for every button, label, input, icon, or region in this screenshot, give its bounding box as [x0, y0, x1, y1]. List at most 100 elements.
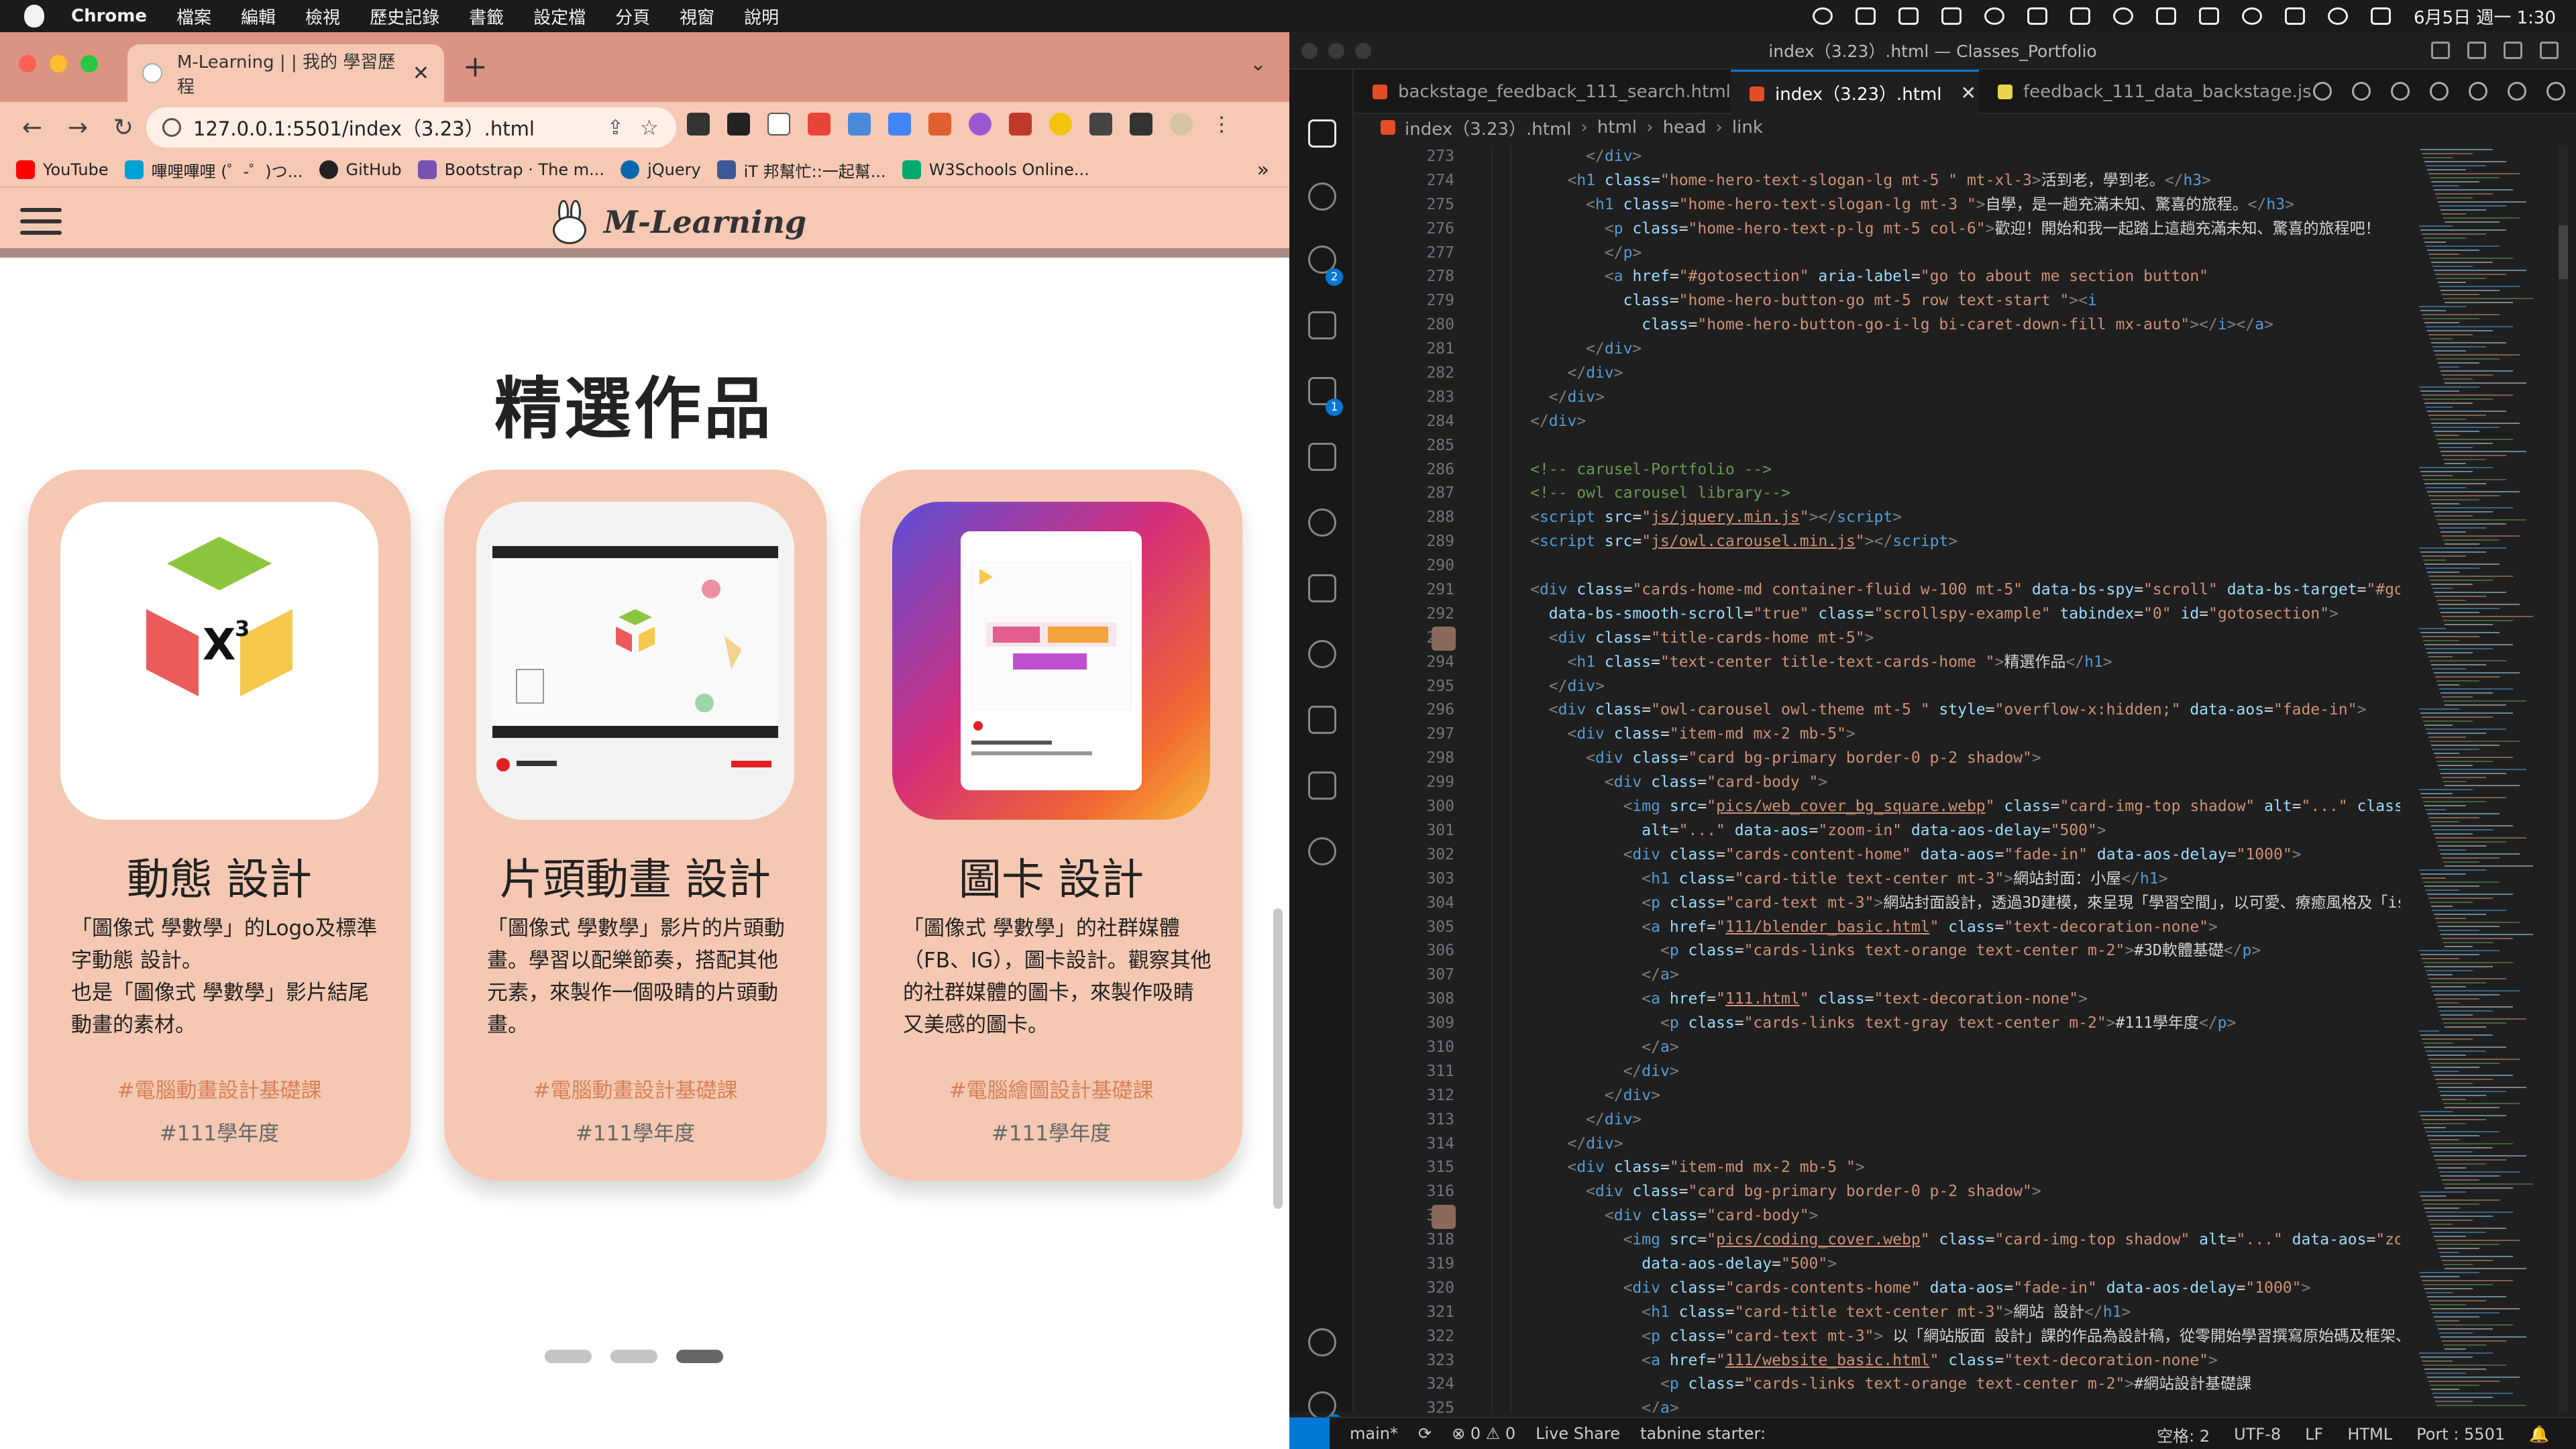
- accounts-icon[interactable]: [1308, 1328, 1336, 1356]
- bookmark-w3schools[interactable]: W3Schools Online...: [902, 160, 1089, 179]
- card-course-link[interactable]: #電腦動畫設計基礎課: [28, 1073, 411, 1104]
- timeline-icon[interactable]: [1308, 640, 1336, 668]
- extension-edit-icon[interactable]: [727, 113, 750, 136]
- chat-icon[interactable]: [1856, 7, 1876, 25]
- address-bar-url[interactable]: 127.0.0.1:5501/index（3.23）.html: [193, 113, 535, 142]
- menu-item-profiles[interactable]: 設定檔: [533, 4, 586, 29]
- editor-tab[interactable]: backstage_feedback_111_search.html: [1354, 70, 1731, 114]
- code-line[interactable]: <p class="cards-links text-orange text-c…: [1474, 939, 2400, 963]
- back-icon[interactable]: ←: [19, 114, 46, 142]
- code-line[interactable]: </p>: [1474, 241, 2400, 266]
- bluetooth-icon[interactable]: [2156, 7, 2176, 25]
- code-line[interactable]: <div class="card-body">: [1474, 1204, 2400, 1228]
- portfolio-card[interactable]: 片頭動畫 設計 「圖像式 學數學」影片的片頭動畫。學習以配樂節奏，搭配其他元素，…: [444, 470, 826, 1181]
- code-line[interactable]: </div>: [1474, 1132, 2400, 1157]
- code-line[interactable]: </div>: [1474, 410, 2400, 434]
- code-editor[interactable]: 273 274 275 276 277 278 279 280 281 282 283 284 285 2…: [1354, 145, 2576, 1413]
- code-line[interactable]: <h1 class="card-title text-center mt-3">…: [1474, 1301, 2400, 1325]
- card-course-link[interactable]: #電腦動畫設計基礎課: [444, 1073, 826, 1104]
- code-line[interactable]: <a href="111.html" class="text-decoratio…: [1474, 987, 2400, 1012]
- share-icon[interactable]: ⇪: [607, 116, 624, 140]
- bookmark-youtube[interactable]: YouTube: [16, 160, 109, 179]
- site-info-icon[interactable]: [162, 118, 181, 137]
- deploy-icon[interactable]: [1308, 771, 1336, 800]
- code-line[interactable]: <a href="111/blender_basic.html" class="…: [1474, 916, 2400, 940]
- carousel-dot[interactable]: [610, 1350, 657, 1363]
- tabnine-indicator[interactable]: tabnine starter:: [1640, 1424, 1766, 1443]
- code-line[interactable]: </div>: [1474, 1108, 2400, 1132]
- code-line[interactable]: data-aos-delay="500">: [1474, 1252, 2400, 1277]
- extension-google-translate-icon[interactable]: [888, 113, 911, 136]
- minimap[interactable]: [2415, 145, 2549, 1413]
- user-switch-icon[interactable]: [2328, 7, 2348, 25]
- code-line[interactable]: <div class="cards-home-md container-flui…: [1474, 578, 2400, 602]
- code-line[interactable]: <p class="cards-links text-gray text-cen…: [1474, 1012, 2400, 1036]
- menu-item-help[interactable]: 說明: [744, 4, 779, 29]
- card-year-link[interactable]: #111學年度: [444, 1116, 826, 1146]
- address-bar[interactable]: 127.0.0.1:5501/index（3.23）.html ⇪ ☆: [146, 107, 676, 148]
- run-debug-icon[interactable]: [1308, 311, 1336, 339]
- bookmark-star-icon[interactable]: ☆: [639, 115, 659, 140]
- card-course-link[interactable]: #電腦繪圖設計基礎課: [860, 1073, 1242, 1104]
- code-line[interactable]: class="home-hero-button-go-i-lg bi-caret…: [1474, 313, 2400, 337]
- menu-item-tabs[interactable]: 分頁: [615, 4, 650, 29]
- branch-indicator[interactable]: main*: [1350, 1424, 1398, 1443]
- explorer-icon[interactable]: [1308, 119, 1336, 148]
- editor-scrollbar[interactable]: [2559, 145, 2568, 1413]
- next-change-icon[interactable]: [2430, 82, 2449, 101]
- toggle-panel-icon[interactable]: [2467, 42, 2486, 59]
- copilot-icon[interactable]: [2469, 82, 2487, 101]
- bookmark-bootstrap[interactable]: Bootstrap · The m...: [417, 160, 604, 179]
- live-share-button[interactable]: Live Share: [1536, 1424, 1620, 1443]
- zoom-window-icon[interactable]: [80, 55, 98, 72]
- run-icon[interactable]: [2313, 82, 2332, 101]
- previous-change-icon[interactable]: [2391, 82, 2410, 101]
- code-line[interactable]: </div>: [1474, 675, 2400, 699]
- menu-app-name[interactable]: Chrome: [71, 6, 147, 26]
- page-scrollbar[interactable]: [1273, 908, 1283, 1209]
- code-line[interactable]: [1474, 554, 2400, 578]
- code-line[interactable]: <div class="cards-contents-home" data-ao…: [1474, 1277, 2400, 1301]
- open-changes-icon[interactable]: [2352, 82, 2371, 101]
- split-editor-icon[interactable]: [2508, 82, 2526, 101]
- code-line[interactable]: </div>: [1474, 1060, 2400, 1084]
- code-line[interactable]: <div class="card bg-primary border-0 p-2…: [1474, 1180, 2400, 1204]
- extension-record-icon[interactable]: [808, 113, 830, 136]
- close-window-icon[interactable]: [19, 55, 36, 72]
- indentation-indicator[interactable]: 空格: 2: [2157, 1423, 2210, 1446]
- code-line[interactable]: data-bs-smooth-scroll="true" class="scro…: [1474, 602, 2400, 627]
- minimize-window-icon[interactable]: [1328, 43, 1344, 59]
- code-line[interactable]: <!-- carusel-Portfolio -->: [1474, 458, 2400, 482]
- minimize-window-icon[interactable]: [50, 55, 67, 72]
- code-line[interactable]: </a>: [1474, 1397, 2400, 1413]
- site-brand[interactable]: M-Learning: [550, 200, 806, 244]
- apple-menu-icon[interactable]: [24, 5, 44, 28]
- menu-item-file[interactable]: 檔案: [176, 4, 211, 29]
- encoding-indicator[interactable]: UTF-8: [2234, 1425, 2281, 1444]
- battery-icon[interactable]: [2285, 7, 2305, 25]
- control-center-icon[interactable]: [2371, 7, 2391, 25]
- code-line[interactable]: <h1 class="home-hero-text-slogan-lg mt-3…: [1474, 193, 2400, 217]
- menu-item-bookmarks[interactable]: 書籤: [469, 4, 504, 29]
- graduation-cap-icon[interactable]: [1898, 7, 1919, 25]
- layers-icon[interactable]: [1941, 7, 1962, 25]
- testing-icon[interactable]: [1308, 706, 1336, 734]
- card-year-link[interactable]: #111學年度: [860, 1116, 1242, 1146]
- code-line[interactable]: </div>: [1474, 1084, 2400, 1108]
- wifi-icon[interactable]: [2242, 7, 2262, 25]
- extension-openai-icon[interactable]: [969, 113, 991, 136]
- code-line[interactable]: <script src="js/owl.carousel.min.js"></s…: [1474, 530, 2400, 554]
- toggle-secondary-sidebar-icon[interactable]: [2504, 42, 2522, 59]
- code-line[interactable]: <!-- owl carousel library-->: [1474, 482, 2400, 506]
- breadcrumb-item[interactable]: html: [1597, 117, 1637, 138]
- code-line[interactable]: <div class="card bg-primary border-0 p-2…: [1474, 747, 2400, 771]
- code-line[interactable]: <h1 class="text-center title-text-cards-…: [1474, 651, 2400, 675]
- problems-indicator[interactable]: ⊗ 0 ⚠ 0: [1452, 1424, 1515, 1443]
- extension-grammar-icon[interactable]: [767, 113, 790, 136]
- code-line[interactable]: </a>: [1474, 1036, 2400, 1060]
- more-bookmarks-icon[interactable]: »: [1257, 158, 1269, 182]
- side-panel-icon[interactable]: [1130, 113, 1152, 136]
- download-icon[interactable]: [2027, 7, 2047, 25]
- menu-item-edit[interactable]: 編輯: [241, 4, 276, 29]
- editor-tab-active[interactable]: index（3.23）.html ✕: [1731, 70, 1979, 114]
